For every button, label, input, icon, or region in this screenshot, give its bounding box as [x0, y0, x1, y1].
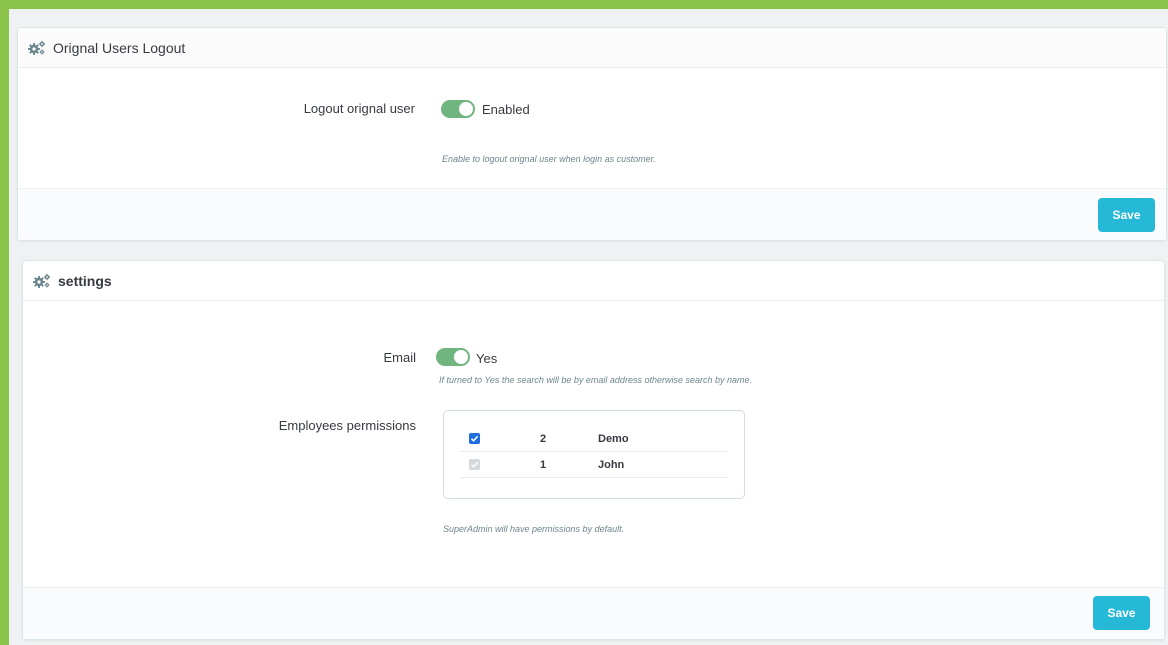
panel-title: settings — [58, 272, 112, 289]
save-button[interactable]: Save — [1098, 198, 1155, 232]
employee-id: 1 — [540, 458, 547, 471]
employee-name: John — [598, 458, 625, 471]
logout-help-text: Enable to logout orignal user when login… — [442, 154, 656, 164]
panel-heading: Orignal Users Logout — [18, 28, 1166, 68]
email-help-text: If turned to Yes the search will be by e… — [439, 375, 752, 385]
switch-knob — [454, 350, 468, 364]
panel-heading: settings — [23, 261, 1164, 301]
employee-name: Demo — [598, 432, 629, 445]
panel-title: Orignal Users Logout — [53, 39, 186, 56]
panel-footer: Save — [23, 587, 1164, 639]
permission-checkbox-john — [469, 459, 480, 470]
list-item: 2 Demo — [460, 426, 727, 452]
permission-checkbox-demo[interactable] — [469, 433, 480, 444]
permissions-help-text: SuperAdmin will have permissions by defa… — [443, 524, 625, 534]
frame-left-border — [0, 0, 9, 645]
email-label: Email — [383, 350, 416, 365]
logout-orignal-user-label: Logout orignal user — [303, 101, 415, 116]
employees-permissions-list: 2 Demo 1 John — [443, 410, 745, 499]
frame-top-border — [0, 0, 1168, 9]
cogs-icon — [27, 40, 47, 56]
cogs-icon — [32, 273, 52, 289]
email-switch[interactable] — [436, 348, 470, 366]
switch-state-label: Yes — [476, 351, 498, 366]
employees-permissions-label: Employees permissions — [278, 418, 416, 433]
list-item: 1 John — [460, 452, 727, 478]
panel-footer: Save — [18, 188, 1166, 240]
switch-knob — [459, 102, 473, 116]
settings-panel: settings Email Yes If turned to Yes the … — [22, 260, 1165, 640]
switch-state-label: Enabled — [482, 102, 530, 117]
employee-id: 2 — [540, 432, 547, 445]
save-button[interactable]: Save — [1093, 596, 1150, 630]
logout-orignal-user-switch[interactable] — [441, 100, 475, 118]
orignal-users-logout-panel: Orignal Users Logout Logout orignal user… — [17, 27, 1167, 241]
